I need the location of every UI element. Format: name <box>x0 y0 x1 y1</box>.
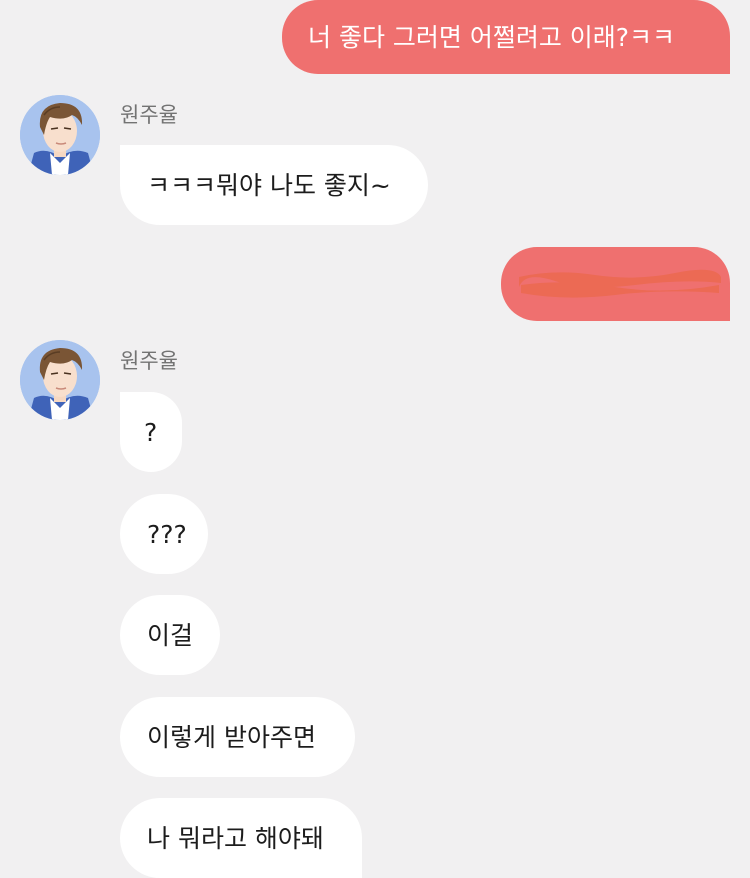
sender-name: 원주율 <box>120 103 178 127</box>
incoming-message-bubble[interactable]: 나 뭐라고 해야돼 <box>120 798 362 878</box>
outgoing-message-bubble-redacted[interactable] <box>501 247 730 321</box>
profile-avatar-icon <box>20 95 100 175</box>
message-text: 나 뭐라고 해야돼 <box>147 823 324 853</box>
incoming-message-bubble[interactable]: ??? <box>120 494 208 574</box>
message-text: 너 좋다 그러면 어쩔려고 이래?ㅋㅋ <box>308 22 676 52</box>
sender-name: 원주율 <box>120 349 178 373</box>
message-text: 이렇게 받아주면 <box>147 722 316 752</box>
profile-avatar-icon <box>20 340 100 420</box>
outgoing-message-bubble[interactable]: 너 좋다 그러면 어쩔려고 이래?ㅋㅋ <box>282 0 730 74</box>
incoming-message-bubble[interactable]: 이걸 <box>120 595 220 675</box>
incoming-message-bubble[interactable]: ? <box>120 392 182 472</box>
incoming-message-bubble[interactable]: 이렇게 받아주면 <box>120 697 355 777</box>
incoming-message-bubble[interactable]: ㅋㅋㅋ뭐야 나도 좋지~ <box>120 145 428 225</box>
avatar[interactable] <box>20 340 100 420</box>
message-text: ㅋㅋㅋ뭐야 나도 좋지~ <box>147 170 391 200</box>
message-text: 이걸 <box>147 620 194 650</box>
message-text: ? <box>144 417 158 447</box>
message-text: ??? <box>147 519 187 549</box>
redaction-scribble <box>519 269 721 298</box>
avatar[interactable] <box>20 95 100 175</box>
